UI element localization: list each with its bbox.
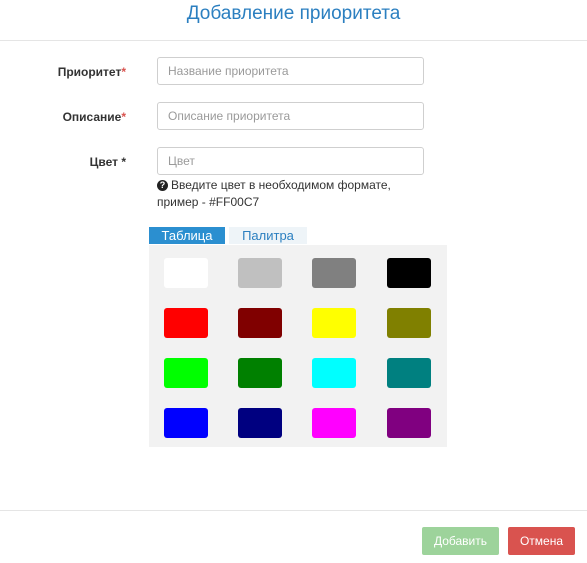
color-swatch[interactable] (238, 408, 282, 438)
required-mark: * (121, 110, 126, 124)
color-label: Цвет * (89, 155, 126, 169)
color-swatch[interactable] (312, 358, 356, 388)
required-mark: * (121, 65, 126, 79)
priority-label: Приоритет* (0, 64, 126, 80)
tab-table[interactable]: Таблица (149, 227, 225, 244)
color-swatch[interactable] (387, 408, 431, 438)
header-divider (0, 40, 587, 41)
color-swatch[interactable] (164, 408, 208, 438)
description-label-text: Описание (62, 110, 122, 124)
priority-label-text: Приоритет (57, 65, 122, 79)
color-swatch[interactable] (387, 358, 431, 388)
add-button[interactable]: Добавить (422, 527, 499, 555)
description-label: Описание* (0, 109, 126, 125)
color-swatch[interactable] (164, 258, 208, 288)
color-input[interactable] (157, 147, 424, 175)
priority-name-input[interactable] (157, 57, 424, 85)
footer-divider (0, 510, 587, 511)
color-swatch[interactable] (387, 308, 431, 338)
color-hint-text: Введите цвет в необходимом формате, прим… (157, 178, 391, 209)
cancel-button[interactable]: Отмена (508, 527, 575, 555)
description-input[interactable] (157, 102, 424, 130)
color-swatch[interactable] (164, 308, 208, 338)
color-swatch[interactable] (238, 358, 282, 388)
color-swatch[interactable] (238, 308, 282, 338)
dialog-title: Добавление приоритета (186, 3, 401, 24)
color-swatch[interactable] (312, 258, 356, 288)
question-circle-icon: ? (157, 180, 168, 191)
color-swatch[interactable] (238, 258, 282, 288)
color-hint: ? Введите цвет в необходимом формате, при… (157, 177, 417, 211)
color-palette (149, 245, 447, 447)
color-swatch[interactable] (312, 308, 356, 338)
color-swatch[interactable] (312, 408, 356, 438)
tab-palette[interactable]: Палитра (229, 227, 307, 244)
color-swatch[interactable] (164, 358, 208, 388)
color-swatch[interactable] (387, 258, 431, 288)
